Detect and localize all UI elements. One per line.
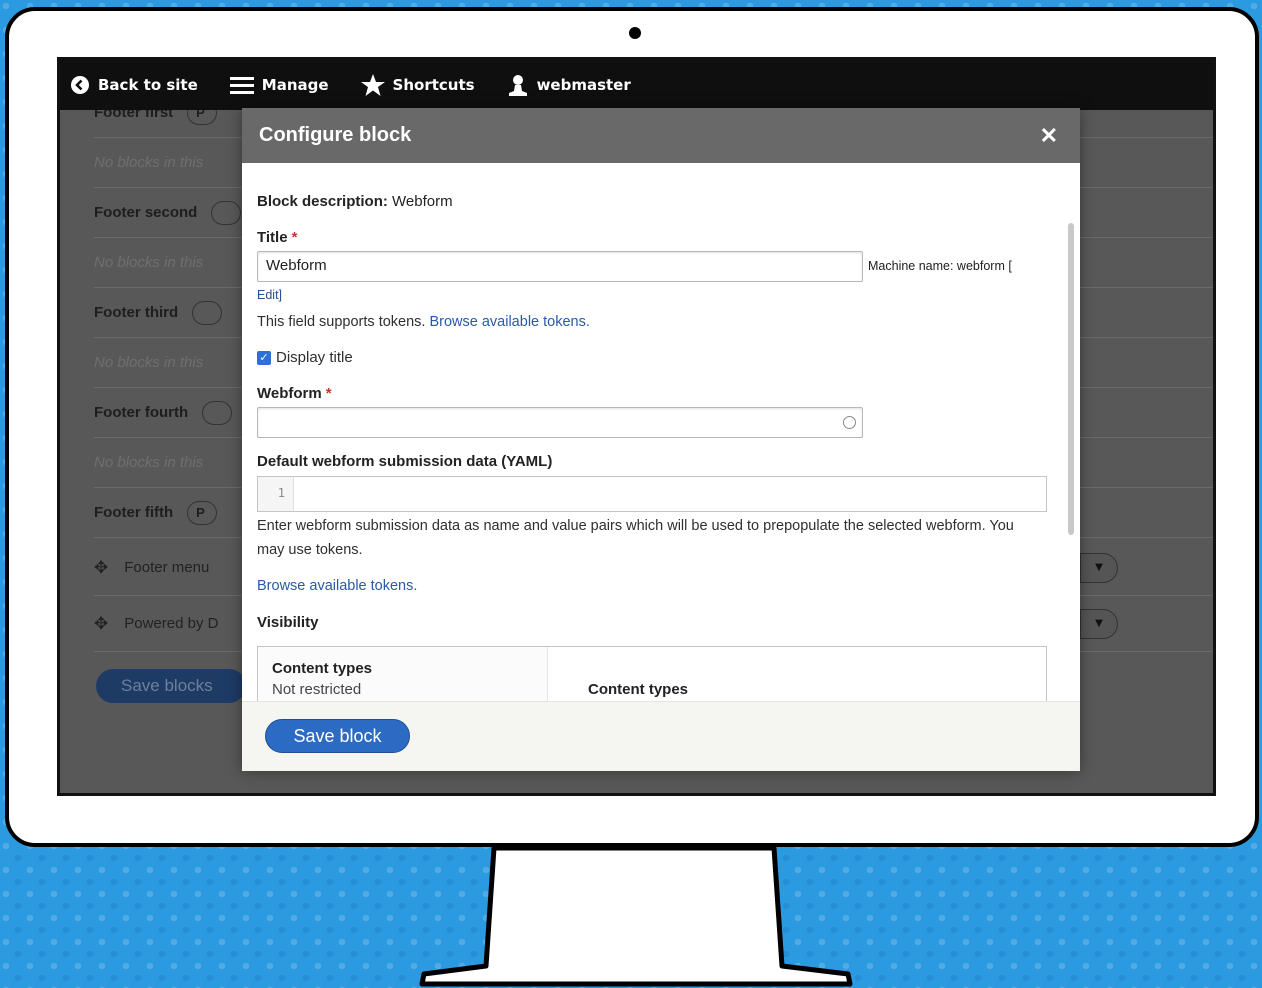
screen: Footer first P No blocks in this Footer … xyxy=(57,57,1216,796)
empty-region-text: No blocks in this xyxy=(94,154,204,171)
browse-tokens-link-2[interactable]: Browse available tokens. xyxy=(257,574,417,598)
drag-handle-icon[interactable]: ✥ xyxy=(94,558,108,578)
back-to-site-label: Back to site xyxy=(98,76,198,94)
browse-tokens-link-text[interactable]: Browse available tokens. xyxy=(257,578,417,594)
close-icon[interactable]: ✕ xyxy=(1040,123,1058,149)
vertical-tab-title: Content types xyxy=(272,660,373,677)
vertical-tab-content-types[interactable]: Content types Not restricted xyxy=(258,647,548,701)
vertical-tab-pane-title: Content types xyxy=(588,681,689,698)
title-label-text: Title xyxy=(257,229,288,246)
required-marker: * xyxy=(291,229,298,246)
yaml-help-text: Enter webform submission data as name an… xyxy=(257,518,1014,558)
empty-region-text: No blocks in this xyxy=(94,254,204,271)
empty-region-text: No blocks in this xyxy=(94,354,204,371)
admin-toolbar: Back to site Manage Shortcuts webmaster xyxy=(60,60,1213,110)
token-help-text: This field supports tokens. xyxy=(257,314,426,330)
star-icon xyxy=(360,74,385,96)
required-marker: * xyxy=(325,385,332,402)
vertical-tab-summary: Not restricted xyxy=(272,681,362,698)
visibility-settings: Content types Not restricted Content typ… xyxy=(257,646,1047,701)
title-label: Title * xyxy=(257,229,297,246)
region-select[interactable]: ▼ xyxy=(1080,553,1118,583)
machine-name-edit-link[interactable]: Edit] xyxy=(257,288,282,302)
block-description: Block description: Webform xyxy=(257,193,453,210)
yaml-label: Default webform submission data (YAML) xyxy=(257,453,553,470)
title-input[interactable]: Webform xyxy=(257,251,863,282)
empty-region-text: No blocks in this xyxy=(94,454,204,471)
block-label: Footer menu xyxy=(124,559,210,576)
shortcuts-label: Shortcuts xyxy=(392,76,475,94)
dialog-scrollbar[interactable] xyxy=(1068,223,1074,535)
block-description-label: Block description: xyxy=(257,193,388,210)
line-number: 1 xyxy=(258,477,294,511)
title-token-help: This field supports tokens. Browse avail… xyxy=(257,310,590,334)
region-select[interactable]: ▼ xyxy=(1080,609,1118,639)
dialog-body: Block description: Webform Title * Webfor… xyxy=(242,163,1080,701)
region-label: Footer fourth xyxy=(94,404,189,421)
hamburger-icon xyxy=(229,77,254,94)
block-description-value: Webform xyxy=(387,193,453,210)
webform-autocomplete-input[interactable] xyxy=(257,407,863,438)
back-to-site-link[interactable]: Back to site xyxy=(70,75,198,95)
username-label: webmaster xyxy=(536,76,631,94)
region-label: Footer third xyxy=(94,304,179,321)
drag-handle-icon[interactable]: ✥ xyxy=(94,614,108,634)
yaml-editor[interactable]: 1 xyxy=(257,476,1047,512)
save-blocks-button[interactable]: Save blocks xyxy=(96,669,246,703)
user-menu[interactable]: webmaster xyxy=(507,74,631,96)
monitor-camera xyxy=(629,27,641,39)
display-title-checkbox[interactable]: ✓ xyxy=(257,351,271,365)
manage-menu[interactable]: Manage xyxy=(229,75,329,95)
browse-tokens-link[interactable]: Browse available tokens. xyxy=(429,314,589,330)
region-label: Footer second xyxy=(94,204,198,221)
place-block-button[interactable]: P xyxy=(187,500,218,525)
save-block-button[interactable]: Save block xyxy=(265,719,410,753)
dialog-footer: Save block xyxy=(242,701,1080,771)
autocomplete-icon xyxy=(843,416,856,429)
manage-label: Manage xyxy=(261,76,329,94)
place-block-button[interactable] xyxy=(211,200,242,225)
shortcuts-menu[interactable]: Shortcuts xyxy=(360,74,475,96)
webform-label: Webform * xyxy=(257,385,332,402)
user-icon xyxy=(508,75,527,96)
configure-block-dialog: Configure block ✕ Block description: Web… xyxy=(242,108,1080,771)
visibility-label: Visibility xyxy=(257,614,319,631)
webform-label-text: Webform xyxy=(257,385,322,402)
dialog-header: Configure block ✕ xyxy=(242,108,1080,163)
machine-name: Machine name: webform [ xyxy=(868,259,1012,273)
block-label: Powered by D xyxy=(124,615,219,632)
display-title-label: Display title xyxy=(276,349,353,366)
back-arrow-icon xyxy=(71,76,89,94)
region-label: Footer fifth xyxy=(94,504,174,521)
place-block-button[interactable] xyxy=(202,400,233,425)
monitor-stand xyxy=(419,846,853,987)
dialog-title: Configure block xyxy=(259,124,412,146)
place-block-button[interactable] xyxy=(192,300,223,325)
